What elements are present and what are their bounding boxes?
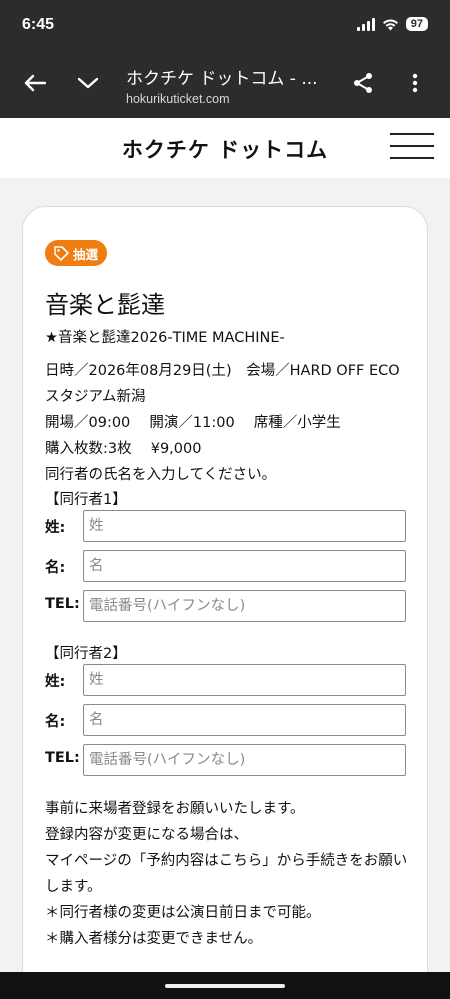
browser-toolbar: ホクチケ ドットコム - ... hokurikuticket.com	[0, 60, 450, 110]
tabs-dropdown-button[interactable]	[73, 68, 103, 98]
companion-1-first-name-input[interactable]	[83, 550, 406, 582]
companion-2-tel-label: TEL:	[45, 750, 80, 766]
companion-1-tel-input[interactable]	[83, 590, 406, 622]
companion-1-tel-label: TEL:	[45, 596, 80, 612]
chevron-down-icon	[77, 77, 99, 89]
wifi-icon	[382, 18, 398, 30]
note-line: ＊購入者様分は変更できません。	[45, 931, 263, 947]
companion-1-heading: 【同行者1】	[45, 492, 127, 508]
page-title: ホクチケ ドットコム - ...	[126, 69, 318, 89]
companion-2-last-name-label: 姓:	[45, 674, 66, 690]
event-venue-continued: スタジアム新潟	[45, 389, 146, 405]
event-open-start-seat: 開場／09:00 開演／11:00 席種／小学生	[45, 415, 341, 431]
site-header: ホクチケ ドットコム	[0, 118, 450, 178]
companion-form-card: 抽選 音楽と髭達 ★音楽と髭達2026-TIME MACHINE- 日時／202…	[22, 206, 428, 996]
event-title: 音楽と髭達	[45, 291, 165, 319]
browser-chrome: 6:45 97 ホクチケ ドットコム - ... hokurikuticket.…	[0, 0, 450, 118]
companion-2-first-name-label: 名:	[45, 714, 66, 730]
registration-notes: 事前に来場者登録をお願いいたします。 登録内容が変更になる場合は、 マイページの…	[45, 796, 407, 952]
badge-label: 抽選	[73, 246, 99, 262]
companion-1-last-name-input[interactable]	[83, 510, 406, 542]
companion-2-heading: 【同行者2】	[45, 646, 127, 662]
note-line: ＊同行者様の変更は公演日前日まで可能。	[45, 905, 321, 921]
companion-2-last-name-input[interactable]	[83, 664, 406, 696]
ticket-tag-icon	[54, 245, 69, 261]
lottery-badge: 抽選	[45, 240, 108, 266]
hamburger-menu-button[interactable]	[390, 131, 434, 161]
event-subtitle: ★音楽と髭達2026-TIME MACHINE-	[45, 330, 285, 346]
home-indicator-bar	[0, 972, 450, 999]
site-logo[interactable]: ホクチケ ドットコム	[0, 134, 450, 164]
note-line: 登録内容が変更になる場合は、	[45, 827, 248, 843]
battery-indicator: 97	[405, 17, 428, 31]
companion-instruction: 同行者の氏名を入力してください。	[45, 467, 277, 483]
companion-1-first-name-label: 名:	[45, 560, 66, 576]
status-time: 6:45	[22, 16, 55, 33]
back-button[interactable]	[20, 68, 50, 98]
note-line: マイページの「予約内容はこちら」から手続きをお願い	[45, 853, 408, 869]
note-line: します。	[45, 879, 102, 895]
home-indicator[interactable]	[165, 984, 285, 988]
more-vertical-icon	[412, 73, 418, 93]
share-button[interactable]	[348, 68, 378, 98]
page-domain: hokurikuticket.com	[126, 92, 230, 106]
purchase-count-price: 購入枚数:3枚 ¥9,000	[45, 441, 202, 457]
event-datetime-venue: 日時／2026年08月29日(土) 会場／HARD OFF ECO	[45, 363, 400, 379]
note-line: 事前に来場者登録をお願いいたします。	[45, 801, 305, 817]
companion-1-last-name-label: 姓:	[45, 520, 66, 536]
share-icon	[354, 73, 372, 93]
address-bar[interactable]: ホクチケ ドットコム - ... hokurikuticket.com	[126, 64, 336, 106]
companion-2-first-name-input[interactable]	[83, 704, 406, 736]
companion-2-tel-input[interactable]	[83, 744, 406, 776]
arrow-left-icon	[24, 74, 46, 92]
signal-icon	[356, 17, 375, 31]
status-icons: 97	[356, 17, 428, 31]
more-menu-button[interactable]	[400, 68, 430, 98]
